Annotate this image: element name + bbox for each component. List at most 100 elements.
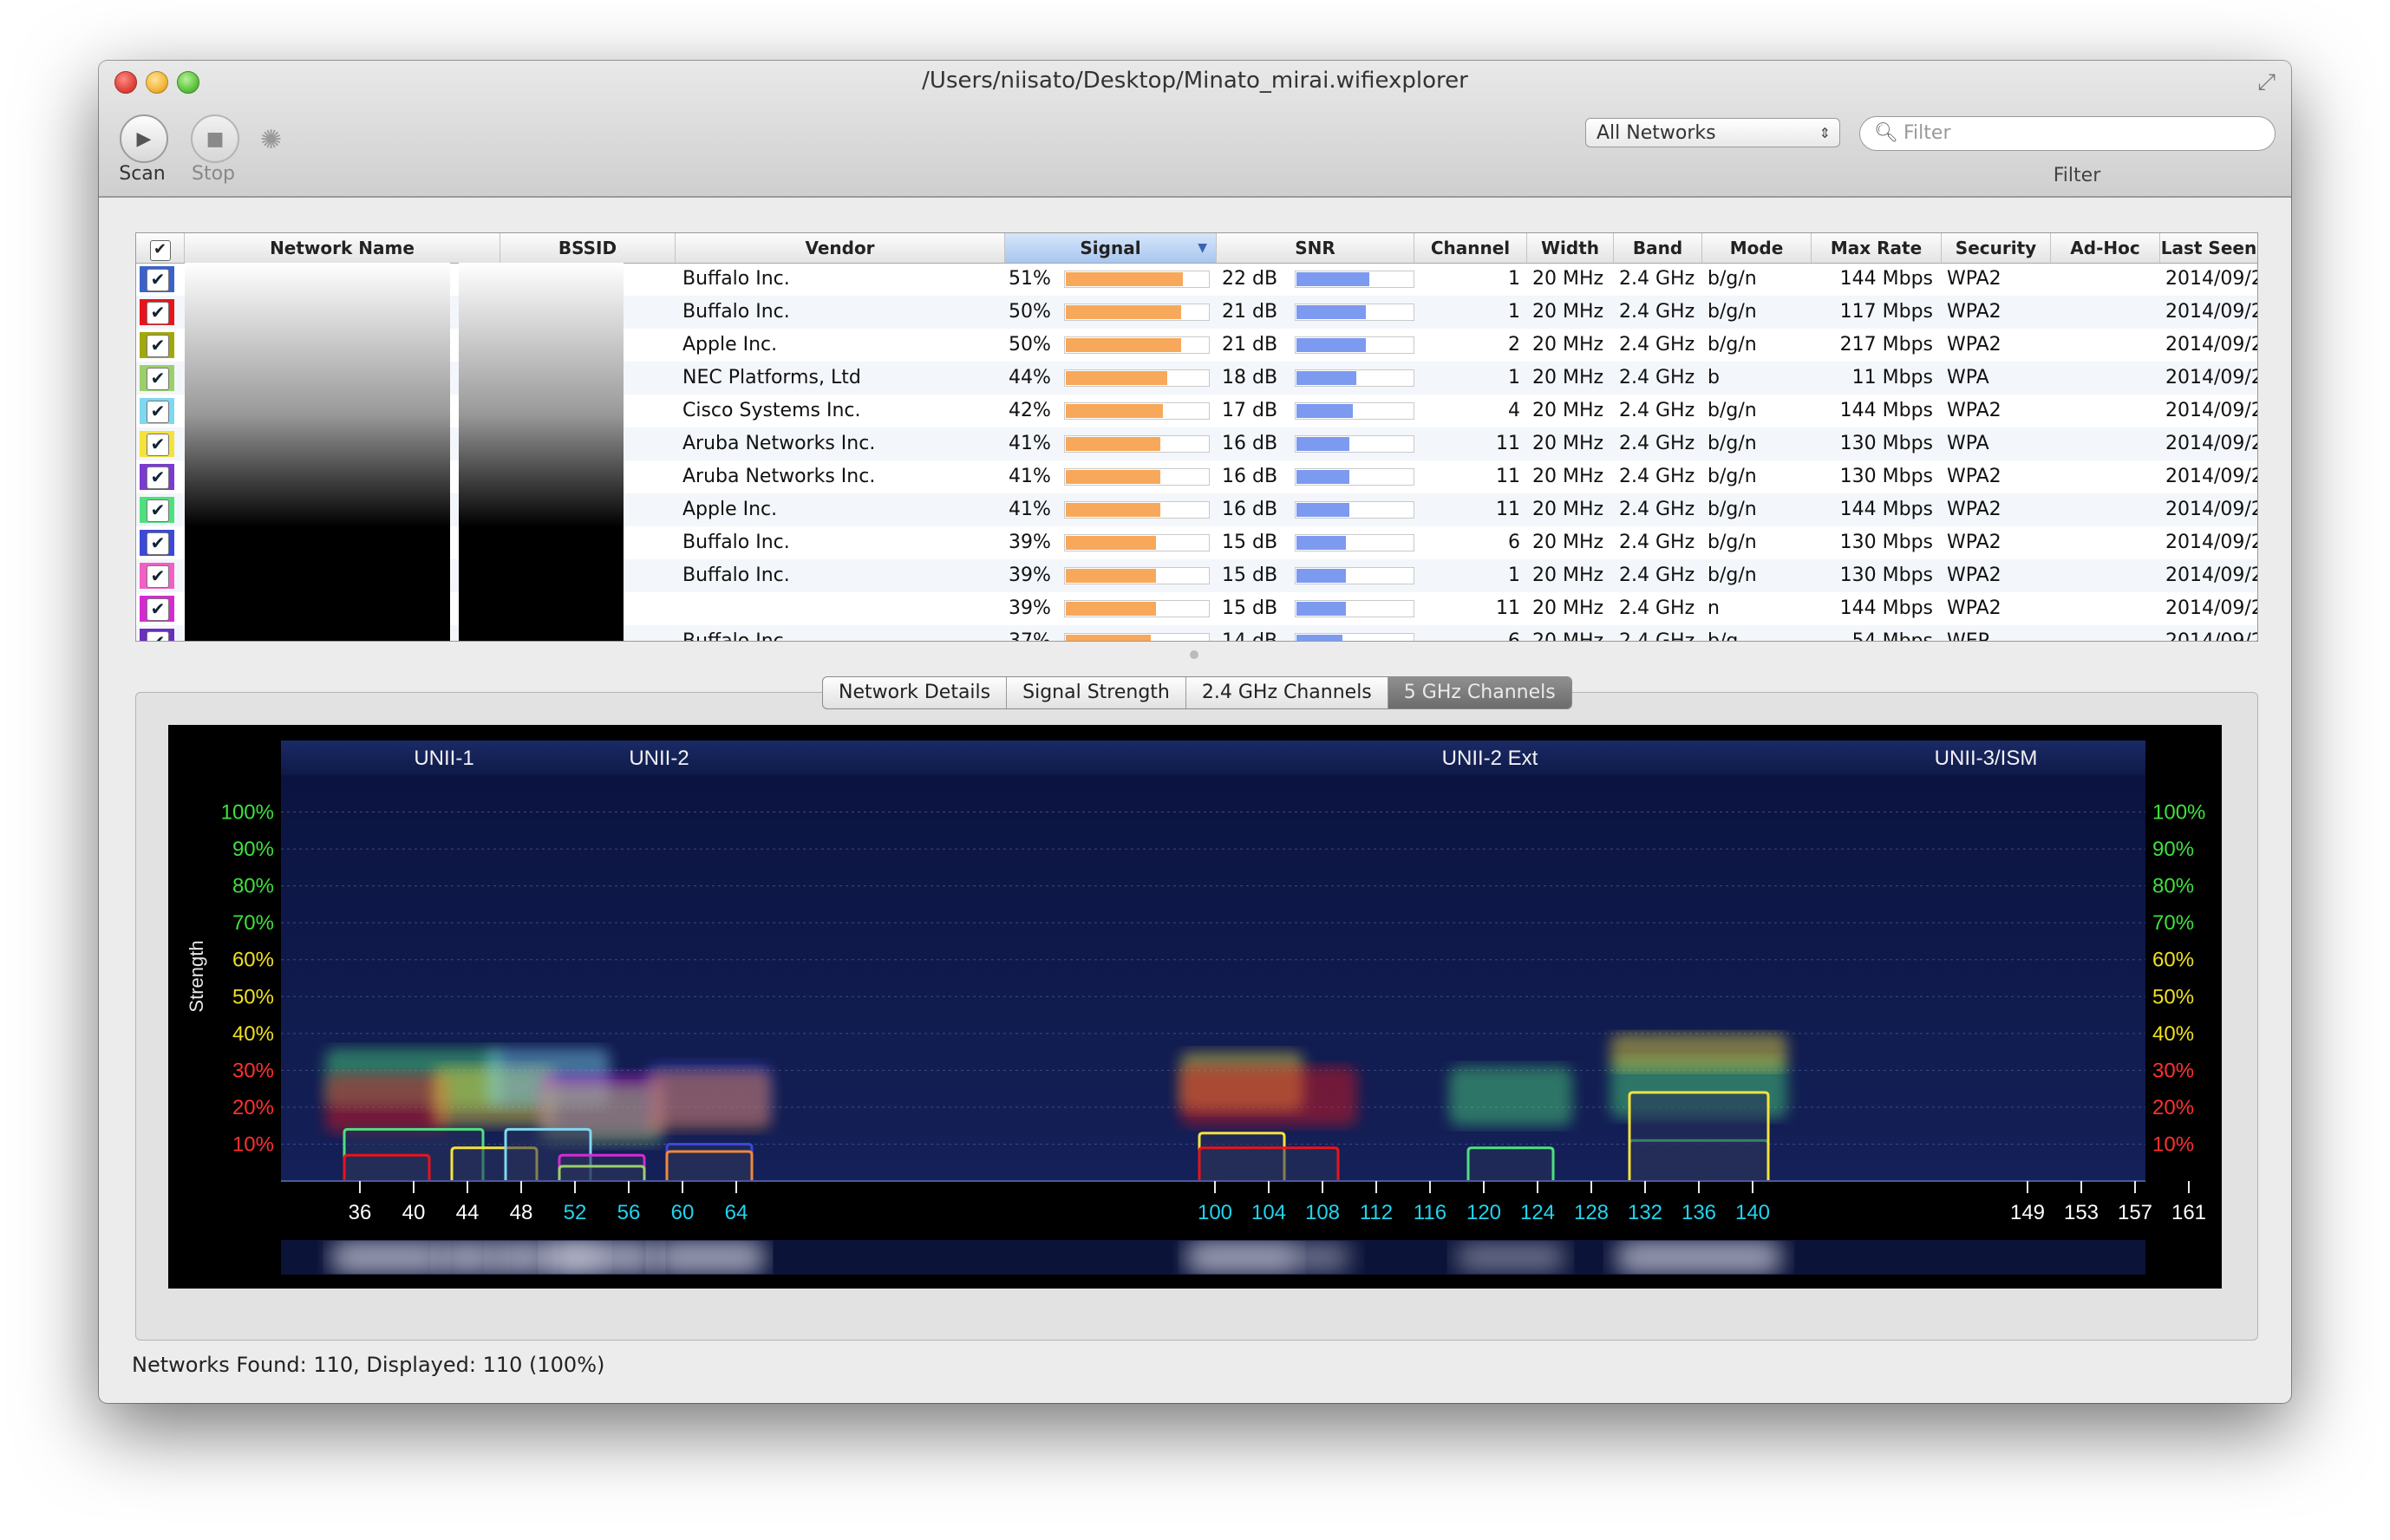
- signal-cell: 41%: [1009, 466, 1051, 487]
- row-color-checkbox[interactable]: ✔: [140, 530, 174, 556]
- tab-network-details[interactable]: Network Details: [823, 677, 1008, 708]
- table-row[interactable]: ✔ Buffalo Inc. 39% 15 dB 1 20 MHz 2.4 GHz b/g/n…: [136, 559, 2257, 592]
- channel-chart: UNII-1 UNII-2 UNII-2 Ext UNII-3/ISM 100% 90%…: [168, 725, 2260, 1289]
- header-channel[interactable]: Channel: [1414, 233, 1527, 263]
- mode-cell: b: [1708, 367, 1720, 388]
- last-seen-cell: 2014/09/2...: [2165, 466, 2257, 487]
- table-row[interactable]: ✔ Buffalo Inc. 39% 15 dB 6 20 MHz 2.4 GHz b/g/n…: [136, 526, 2257, 559]
- header-security[interactable]: Security: [1942, 233, 2051, 263]
- row-color-checkbox[interactable]: ✔: [140, 398, 174, 424]
- row-color-checkbox[interactable]: ✔: [140, 563, 174, 589]
- row-color-checkbox[interactable]: ✔: [140, 266, 174, 292]
- row-color-checkbox[interactable]: ✔: [140, 299, 174, 325]
- table-row[interactable]: ✔ Cisco Systems Inc. 42% 17 dB 4 20 MHz 2.4 GH…: [136, 395, 2257, 427]
- band-cell: 2.4 GHz: [1619, 367, 1695, 388]
- header-band[interactable]: Band: [1614, 233, 1702, 263]
- tab-signal-strength[interactable]: Signal Strength: [1007, 677, 1186, 708]
- width-cell: 20 MHz: [1532, 400, 1604, 421]
- split-handle-icon[interactable]: [1190, 650, 1198, 659]
- header-ad-hoc[interactable]: Ad-Hoc: [2051, 233, 2160, 263]
- table-row[interactable]: ✔ Aruba Networks Inc. 41% 16 dB 11 20 MHz 2.4 …: [136, 427, 2257, 460]
- table-header: ✔ Network Name BSSID Vendor Signal ▼ SNR…: [136, 233, 2257, 264]
- checkbox-checked-icon[interactable]: ✔: [147, 565, 169, 588]
- tab-5ghz-channels[interactable]: 5 GHz Channels: [1388, 677, 1571, 708]
- network-table[interactable]: ✔ Network Name BSSID Vendor Signal ▼ SNR…: [135, 232, 2258, 642]
- table-row[interactable]: ✔ Buffalo Inc. 37% 14 dB 6 20 MHz 2.4 GHz b/g 54…: [136, 625, 2257, 641]
- snr-bar-fill: [1296, 272, 1369, 286]
- table-row[interactable]: ✔ Apple Inc. 41% 16 dB 11 20 MHz 2.4 GHz b/g/n 1…: [136, 493, 2257, 526]
- mode-cell: b/g/n: [1708, 564, 1757, 586]
- header-snr[interactable]: SNR: [1217, 233, 1414, 263]
- x-tick-label: 157: [2118, 1201, 2152, 1224]
- checkbox-checked-icon[interactable]: ✔: [147, 335, 169, 357]
- band-cell: 2.4 GHz: [1619, 466, 1695, 487]
- y-tick-label-right: 60%: [2152, 949, 2194, 972]
- x-tick-label: 60: [671, 1201, 695, 1224]
- stop-button[interactable]: ■: [191, 114, 239, 163]
- vendor-cell: Buffalo Inc.: [682, 268, 790, 290]
- signal-bar: [1064, 468, 1210, 486]
- width-cell: 20 MHz: [1532, 301, 1604, 323]
- header-last-seen[interactable]: Last Seen: [2160, 233, 2257, 263]
- header-bssid[interactable]: BSSID: [500, 233, 676, 263]
- vendor-cell: [682, 592, 1003, 625]
- vendor-cell: Apple Inc.: [682, 499, 778, 520]
- filter-search-field[interactable]: 🔍︎ Filter: [1859, 116, 2276, 151]
- checkbox-checked-icon[interactable]: ✔: [147, 467, 169, 489]
- width-cell: 20 MHz: [1532, 532, 1604, 553]
- checkbox-checked-icon[interactable]: ✔: [149, 240, 171, 261]
- x-tick-label: 112: [1360, 1201, 1393, 1224]
- fullscreen-icon[interactable]: ⤢: [2257, 69, 2276, 96]
- checkbox-checked-icon[interactable]: ✔: [147, 401, 169, 423]
- network-channel-outline: [1198, 1146, 1340, 1181]
- row-color-checkbox[interactable]: ✔: [140, 464, 174, 490]
- header-signal[interactable]: Signal ▼: [1005, 233, 1217, 263]
- signal-bar: [1064, 600, 1210, 617]
- checkbox-checked-icon[interactable]: ✔: [147, 302, 169, 324]
- table-row[interactable]: ✔ Apple Inc. 50% 21 dB 2 20 MHz 2.4 GHz b/g/n 21…: [136, 329, 2257, 362]
- checkbox-checked-icon[interactable]: ✔: [147, 499, 169, 522]
- header-max-rate[interactable]: Max Rate: [1812, 233, 1942, 263]
- row-color-checkbox[interactable]: ✔: [140, 596, 174, 622]
- network-filter-value: All Networks: [1597, 122, 1716, 144]
- snr-bar: [1295, 567, 1414, 584]
- header-width[interactable]: Width: [1527, 233, 1614, 263]
- y-tick-label-left: 90%: [232, 838, 274, 861]
- row-color-checkbox[interactable]: ✔: [140, 431, 174, 457]
- channel-chart-svg: UNII-1 UNII-2 UNII-2 Ext UNII-3/ISM 100% 90%…: [186, 741, 2260, 1275]
- tab-24ghz-channels[interactable]: 2.4 GHz Channels: [1186, 677, 1388, 708]
- snr-bar: [1295, 435, 1414, 453]
- row-color-checkbox[interactable]: ✔: [140, 365, 174, 391]
- header-mode[interactable]: Mode: [1702, 233, 1812, 263]
- header-vendor[interactable]: Vendor: [676, 233, 1005, 263]
- channel-cell: 11: [1496, 433, 1520, 454]
- checkbox-checked-icon[interactable]: ✔: [147, 434, 169, 456]
- checkbox-checked-icon[interactable]: ✔: [147, 598, 169, 621]
- checkbox-checked-icon[interactable]: ✔: [147, 631, 169, 641]
- x-tick-label: 48: [510, 1201, 533, 1224]
- table-row[interactable]: ✔ NEC Platforms, Ltd 44% 18 dB 1 20 MHz 2.4 GH…: [136, 362, 2257, 395]
- checkbox-checked-icon[interactable]: ✔: [147, 532, 169, 555]
- snr-cell: 15 dB: [1222, 564, 1278, 586]
- table-row[interactable]: ✔ Aruba Networks Inc. 41% 16 dB 11 20 MHz 2.4 …: [136, 460, 2257, 493]
- row-color-checkbox[interactable]: ✔: [140, 332, 174, 358]
- signal-bar: [1064, 303, 1210, 321]
- width-cell: 20 MHz: [1532, 597, 1604, 619]
- view-tabs[interactable]: Network Details Signal Strength 2.4 GHz …: [822, 676, 1572, 709]
- last-seen-cell: 2014/09/2...: [2165, 367, 2257, 388]
- scan-button[interactable]: ▶: [120, 114, 168, 163]
- checkbox-checked-icon[interactable]: ✔: [147, 368, 169, 390]
- checkbox-checked-icon[interactable]: ✔: [147, 269, 169, 291]
- row-color-checkbox[interactable]: ✔: [140, 497, 174, 523]
- header-network-name[interactable]: Network Name: [185, 233, 500, 263]
- snr-bar: [1295, 534, 1414, 551]
- network-filter-select[interactable]: All Networks ⇕: [1585, 118, 1840, 147]
- table-row[interactable]: ✔ 39% 15 dB 11 20 MHz 2.4 GHz n 144 Mbps WPA2 201…: [136, 592, 2257, 625]
- header-select-all[interactable]: ✔: [136, 233, 185, 263]
- row-color-checkbox[interactable]: ✔: [140, 629, 174, 641]
- mode-cell: b/g/n: [1708, 466, 1757, 487]
- band-label: UNII-2 Ext: [1442, 747, 1538, 770]
- table-row[interactable]: ✔ Buffalo Inc. 50% 21 dB 1 20 MHz 2.4 GHz b/g/n…: [136, 296, 2257, 329]
- table-row[interactable]: ✔ Buffalo Inc. 51% 22 dB 1 20 MHz 2.4 GHz b/g/n…: [136, 263, 2257, 296]
- band-cell: 2.4 GHz: [1619, 301, 1695, 323]
